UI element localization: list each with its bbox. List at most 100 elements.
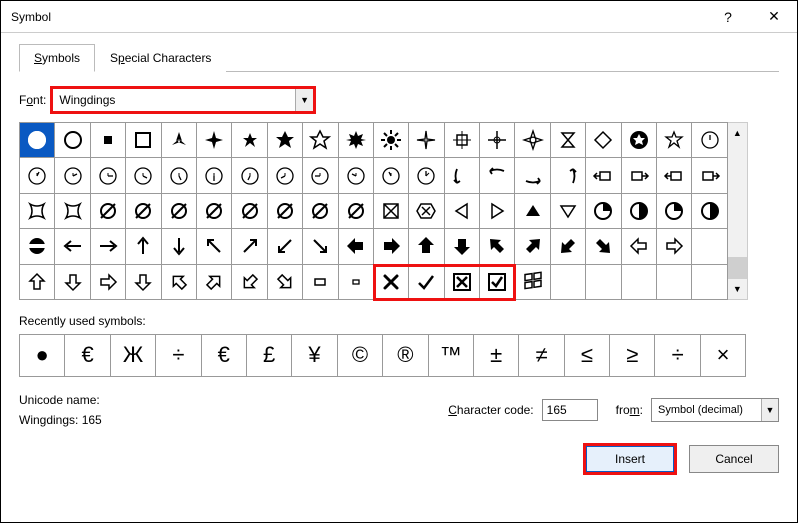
scroll-down-icon[interactable]: ▼ — [728, 279, 747, 299]
symbol-cell[interactable] — [692, 158, 727, 193]
symbol-cell[interactable] — [20, 194, 55, 229]
symbol-cell[interactable] — [268, 229, 303, 264]
symbol-cell[interactable] — [197, 229, 232, 264]
symbol-cell[interactable] — [55, 265, 90, 300]
symbol-cell[interactable] — [91, 123, 126, 158]
symbol-cell[interactable] — [480, 194, 515, 229]
symbol-cell[interactable] — [268, 123, 303, 158]
symbol-cell[interactable] — [586, 194, 621, 229]
symbol-cell[interactable] — [339, 158, 374, 193]
symbol-cell[interactable] — [232, 158, 267, 193]
symbol-cell[interactable] — [232, 123, 267, 158]
symbol-cell[interactable] — [232, 194, 267, 229]
symbol-cell[interactable] — [374, 123, 409, 158]
close-button[interactable]: ✕ — [751, 1, 797, 33]
font-combo[interactable]: ▼ — [52, 88, 314, 112]
symbol-cell[interactable] — [551, 158, 586, 193]
symbol-cell[interactable] — [197, 158, 232, 193]
symbol-cell[interactable] — [339, 229, 374, 264]
symbol-cell[interactable] — [303, 265, 338, 300]
symbol-cell[interactable] — [657, 265, 692, 300]
symbol-cell[interactable] — [91, 158, 126, 193]
symbol-cell[interactable] — [162, 265, 197, 300]
symbol-cell[interactable] — [126, 229, 161, 264]
symbol-cell[interactable] — [586, 229, 621, 264]
symbol-cell[interactable] — [445, 158, 480, 193]
symbol-cell[interactable] — [445, 123, 480, 158]
symbol-cell[interactable] — [55, 158, 90, 193]
symbol-cell[interactable] — [586, 265, 621, 300]
symbol-cell[interactable] — [268, 194, 303, 229]
symbol-cell[interactable] — [374, 194, 409, 229]
symbol-cell[interactable] — [445, 229, 480, 264]
symbol-cell[interactable] — [20, 158, 55, 193]
symbol-cell[interactable] — [622, 265, 657, 300]
from-input[interactable] — [652, 402, 761, 418]
symbol-cell[interactable] — [303, 123, 338, 158]
recent-symbol-cell[interactable]: ¥ — [292, 335, 337, 377]
symbol-cell[interactable] — [480, 123, 515, 158]
symbol-cell[interactable] — [374, 265, 409, 300]
symbol-cell[interactable] — [162, 123, 197, 158]
symbol-cell[interactable] — [657, 229, 692, 264]
recent-symbol-cell[interactable]: ≠ — [519, 335, 564, 377]
insert-button[interactable]: Insert — [585, 445, 675, 473]
symbol-cell[interactable] — [232, 229, 267, 264]
recent-symbol-cell[interactable]: ● — [20, 335, 65, 377]
symbol-cell[interactable] — [515, 158, 550, 193]
symbol-cell[interactable] — [339, 123, 374, 158]
symbol-cell[interactable] — [657, 194, 692, 229]
recent-symbol-cell[interactable]: × — [701, 335, 746, 377]
grid-scrollbar[interactable]: ▲ ▼ — [728, 122, 748, 300]
recent-symbol-cell[interactable]: ÷ — [156, 335, 201, 377]
symbol-cell[interactable] — [586, 123, 621, 158]
symbol-cell[interactable] — [622, 123, 657, 158]
symbol-cell[interactable] — [586, 158, 621, 193]
symbol-cell[interactable] — [551, 229, 586, 264]
symbol-cell[interactable] — [409, 123, 444, 158]
symbol-cell[interactable] — [657, 123, 692, 158]
recent-symbol-cell[interactable]: ® — [383, 335, 428, 377]
symbol-cell[interactable] — [692, 229, 727, 264]
symbol-cell[interactable] — [480, 229, 515, 264]
recent-symbol-cell[interactable]: ≤ — [565, 335, 610, 377]
symbol-cell[interactable] — [480, 158, 515, 193]
symbol-cell[interactable] — [339, 194, 374, 229]
tab-special-characters[interactable]: Special Characters — [95, 44, 226, 72]
symbol-cell[interactable] — [20, 265, 55, 300]
symbol-cell[interactable] — [162, 194, 197, 229]
tab-symbols[interactable]: Symbols — [19, 44, 95, 72]
symbol-cell[interactable] — [91, 229, 126, 264]
symbol-cell[interactable] — [409, 229, 444, 264]
symbol-cell[interactable] — [20, 229, 55, 264]
symbol-cell[interactable] — [515, 123, 550, 158]
help-button[interactable]: ? — [705, 1, 751, 33]
symbol-cell[interactable] — [551, 194, 586, 229]
scroll-up-icon[interactable]: ▲ — [728, 123, 747, 143]
chevron-down-icon[interactable]: ▼ — [761, 399, 778, 421]
symbol-cell[interactable] — [692, 123, 727, 158]
scroll-thumb[interactable] — [728, 257, 747, 279]
symbol-cell[interactable] — [55, 123, 90, 158]
recent-symbol-cell[interactable]: £ — [247, 335, 292, 377]
recent-symbol-cell[interactable]: ± — [474, 335, 519, 377]
symbol-cell[interactable] — [480, 265, 515, 300]
symbol-cell[interactable] — [55, 194, 90, 229]
symbol-cell[interactable] — [126, 158, 161, 193]
symbol-cell[interactable] — [126, 265, 161, 300]
symbol-cell[interactable] — [197, 123, 232, 158]
symbol-cell[interactable] — [197, 194, 232, 229]
symbol-cell[interactable] — [551, 265, 586, 300]
symbol-cell[interactable] — [409, 265, 444, 300]
symbol-cell[interactable] — [692, 194, 727, 229]
symbol-cell[interactable] — [126, 194, 161, 229]
symbol-cell[interactable] — [268, 158, 303, 193]
symbol-cell[interactable] — [515, 229, 550, 264]
from-combo[interactable]: ▼ — [651, 398, 779, 422]
recent-symbol-cell[interactable]: ÷ — [655, 335, 700, 377]
symbol-cell[interactable] — [515, 194, 550, 229]
symbol-cell[interactable] — [339, 265, 374, 300]
symbol-cell[interactable] — [126, 123, 161, 158]
symbol-cell[interactable] — [692, 265, 727, 300]
symbol-cell[interactable] — [303, 194, 338, 229]
